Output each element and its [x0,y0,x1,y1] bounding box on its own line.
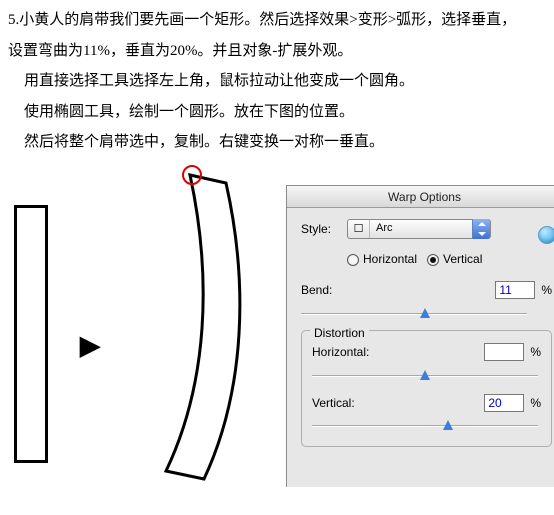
slider-thumb-icon[interactable] [420,308,430,318]
instruction-line-5: 然后将整个肩带选中，复制。右键变换一对称一垂直。 [8,128,546,157]
bend-input[interactable] [495,281,535,299]
dist-horizontal-slider[interactable] [312,368,538,384]
bend-slider[interactable] [301,306,527,322]
dist-vertical-slider[interactable] [312,418,538,434]
illustration-stage: ▶ Warp Options Style: ☐ Arc Horizontal [8,169,546,509]
dist-vertical-label: Vertical: [312,392,412,415]
vertical-radio-label: Vertical [443,248,482,271]
style-value: Arc [370,218,472,239]
rectangle-shape [14,205,48,463]
dist-horizontal-input[interactable] [484,343,524,361]
slider-thumb-icon[interactable] [420,370,430,380]
slider-track [301,313,527,315]
radio-dot-checked-icon [427,254,439,266]
bend-percent: % [541,279,552,302]
horizontal-radio-label: Horizontal [363,248,417,271]
radio-dot-icon [347,254,359,266]
style-dropdown[interactable]: ☐ Arc [347,219,491,239]
instruction-line-1: 5.小黄人的肩带我们要先画一个矩形。然后选择效果>变形>弧形，选择垂直， [8,6,546,35]
dist-horizontal-percent: % [530,341,541,364]
distortion-group: Distortion Horizontal: % Vertical: % [301,330,552,448]
aqua-button-icon[interactable] [538,226,554,244]
arrow-icon: ▶ [80,321,100,370]
slider-thumb-icon[interactable] [443,420,453,430]
curved-strap-shape [130,169,272,489]
slider-track [312,425,538,427]
vertical-radio[interactable]: Vertical [427,248,482,271]
dist-vertical-percent: % [530,392,541,415]
instruction-line-4: 使用椭圆工具，绘制一个圆形。放在下图的位置。 [8,98,546,127]
instruction-line-2: 设置弯曲为11%，垂直为20%。并且对象-扩展外观。 [8,37,546,66]
horizontal-radio[interactable]: Horizontal [347,248,417,271]
warp-options-panel: Warp Options Style: ☐ Arc Horizontal Ver… [286,185,554,487]
anchor-circle-marker [182,165,202,185]
panel-title: Warp Options [287,186,554,208]
distortion-label: Distortion [310,322,369,345]
bend-label: Bend: [301,279,401,302]
arc-icon: ☐ [348,220,370,238]
dist-vertical-input[interactable] [484,394,524,412]
dropdown-caps-icon[interactable] [472,219,490,239]
instruction-line-3: 用直接选择工具选择左上角，鼠标拉动让他变成一个圆角。 [8,67,546,96]
style-label: Style: [301,218,347,241]
